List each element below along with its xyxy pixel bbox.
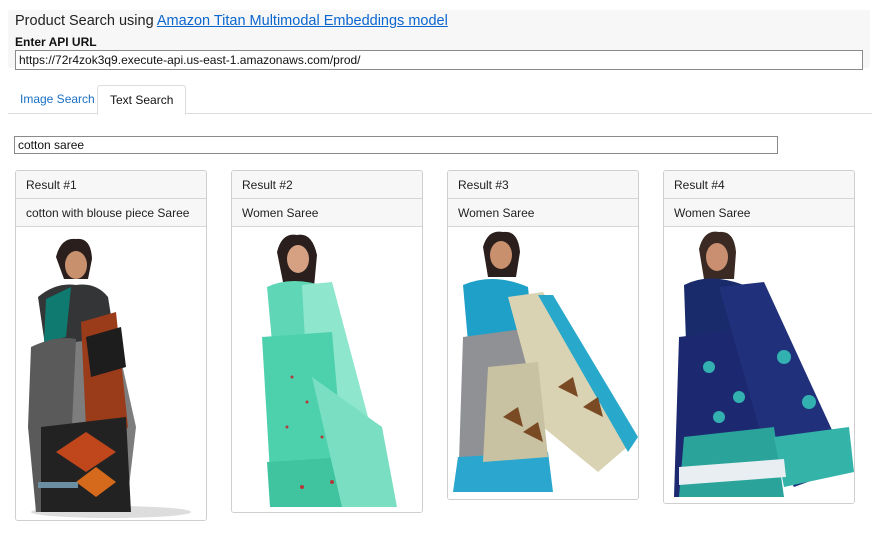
tab-image-search[interactable]: Image Search: [8, 85, 107, 114]
saree-product-image[interactable]: [448, 227, 638, 499]
result-heading: Result #4: [664, 171, 854, 199]
saree-product-image[interactable]: [232, 227, 422, 512]
result-card[interactable]: Result #2 Women Saree: [231, 170, 423, 513]
api-url-input[interactable]: [15, 50, 863, 70]
tab-text-search[interactable]: Text Search: [97, 85, 187, 115]
result-heading: Result #3: [448, 171, 638, 199]
result-card[interactable]: Result #3 Women Saree: [447, 170, 639, 500]
result-title: cotton with blouse piece Saree: [16, 199, 206, 227]
page-title: Product Search using Amazon Titan Multim…: [15, 13, 448, 29]
result-title: Women Saree: [448, 199, 638, 227]
saree-product-image[interactable]: [664, 227, 854, 503]
result-card[interactable]: Result #4 Women Saree: [663, 170, 855, 504]
header-panel: Product Search using Amazon Titan Multim…: [8, 10, 870, 70]
result-card[interactable]: Result #1 cotton with blouse piece Saree: [15, 170, 207, 521]
tab-bar: Image Search Text Search: [8, 85, 872, 115]
title-prefix: Product Search using: [15, 13, 157, 29]
api-url-label: Enter API URL: [15, 35, 97, 49]
model-link[interactable]: Amazon Titan Multimodal Embeddings model: [157, 13, 448, 29]
result-heading: Result #2: [232, 171, 422, 199]
result-heading: Result #1: [16, 171, 206, 199]
saree-product-image[interactable]: [16, 227, 206, 520]
result-title: Women Saree: [232, 199, 422, 227]
result-title: Women Saree: [664, 199, 854, 227]
text-search-input[interactable]: [14, 136, 778, 154]
